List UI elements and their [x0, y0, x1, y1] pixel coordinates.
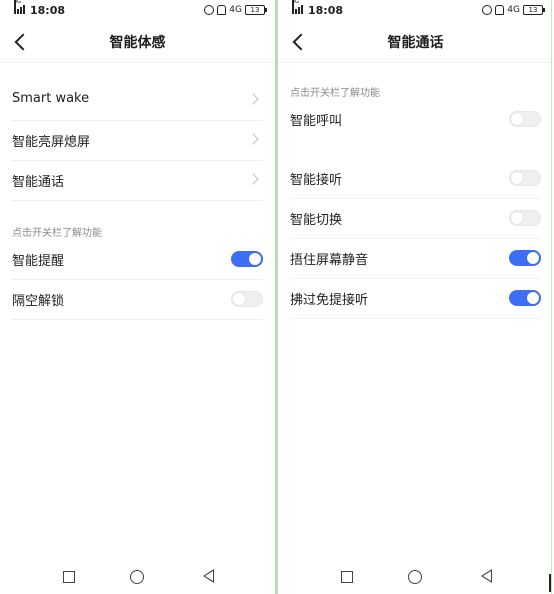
status-time: 18:08 [30, 4, 66, 17]
mute-icon [217, 5, 227, 15]
section-hint: 点击开关栏了解功能 [290, 88, 380, 99]
toggle-label: 智能提醒 [12, 254, 65, 269]
nav-back-icon[interactable] [481, 569, 492, 583]
app-header: 智能通话 [278, 22, 553, 63]
toggle-label: 捂住屏幕静音 [290, 253, 369, 268]
air-unlock-toggle[interactable] [231, 291, 263, 307]
edge-line [551, 0, 552, 594]
battery-level: 13 [250, 6, 260, 14]
recent-apps-icon[interactable] [341, 571, 353, 583]
app-header: 智能体感 [0, 22, 275, 63]
toggle-row-smart-dial[interactable]: 智能呼叫 [290, 99, 541, 139]
toggle-row-smart-answer[interactable]: 智能接听 [290, 158, 541, 199]
toggle-row-smart-reminder[interactable]: 智能提醒 [12, 239, 263, 280]
battery-icon: 13 [245, 5, 267, 15]
menu-item-smart-wake[interactable]: Smart wake [12, 80, 263, 121]
mute-icon [495, 5, 505, 15]
section-hint: 点击开关栏了解功能 [12, 228, 102, 239]
toggle-row-smart-switch[interactable]: 智能切换 [290, 198, 541, 239]
alarm-icon [482, 5, 493, 15]
menu-item-smart-screen[interactable]: 智能亮屏熄屏 [12, 120, 263, 161]
toggle-label: 隔空解锁 [12, 294, 65, 309]
signal-icon: 4G [292, 0, 306, 14]
chevron-right-icon [247, 133, 259, 145]
chevron-right-icon [247, 173, 259, 185]
nav-back-icon[interactable] [203, 569, 214, 583]
chevron-right-icon [247, 93, 259, 105]
status-bar: 4G 18:08 4G 13 [0, 0, 275, 22]
battery-icon: 13 [523, 5, 545, 15]
menu-item-label: Smart wake [12, 91, 90, 106]
screen-smart-call: 4G 18:08 4G 13 智能通话 点击开关栏了解功能 智能呼叫 智能接听 … [278, 0, 553, 594]
smart-answer-toggle[interactable] [509, 170, 541, 186]
toggle-label: 智能切换 [290, 213, 343, 228]
menu-item-smart-call[interactable]: 智能通话 [12, 160, 263, 201]
signal-icon: 4G [14, 0, 28, 14]
menu-item-label: 智能亮屏熄屏 [12, 135, 91, 150]
status-bar: 4G 18:08 4G 13 [278, 0, 553, 22]
edge-marker [549, 574, 551, 592]
recent-apps-icon[interactable] [63, 571, 75, 583]
menu-item-label: 智能通话 [12, 175, 65, 190]
network-type-small: 4G [229, 5, 242, 15]
smart-reminder-toggle[interactable] [231, 251, 263, 267]
screen-smart-sensing: 4G 18:08 4G 13 智能体感 Smart wake 智能亮屏熄屏 智能… [0, 0, 275, 594]
cover-mute-toggle[interactable] [509, 250, 541, 266]
home-icon[interactable] [130, 570, 144, 584]
toggle-row-swipe-speaker[interactable]: 拂过免提接听 [290, 278, 541, 319]
system-nav-bar [278, 564, 553, 594]
page-title: 智能体感 [109, 35, 166, 51]
alarm-icon [204, 5, 215, 15]
toggle-row-cover-mute[interactable]: 捂住屏幕静音 [290, 238, 541, 279]
network-type-small: 4G [507, 5, 520, 15]
home-icon[interactable] [408, 570, 422, 584]
smart-switch-toggle[interactable] [509, 210, 541, 226]
toggle-row-air-unlock[interactable]: 隔空解锁 [12, 279, 263, 320]
toggle-label: 拂过免提接听 [290, 293, 369, 308]
page-title: 智能通话 [387, 35, 444, 51]
battery-level: 13 [528, 6, 538, 14]
status-time: 18:08 [308, 4, 344, 17]
toggle-label: 智能呼叫 [290, 114, 343, 129]
system-nav-bar [0, 564, 275, 594]
smart-dial-toggle[interactable] [509, 111, 541, 127]
toggle-label: 智能接听 [290, 173, 343, 188]
swipe-speaker-toggle[interactable] [509, 290, 541, 306]
